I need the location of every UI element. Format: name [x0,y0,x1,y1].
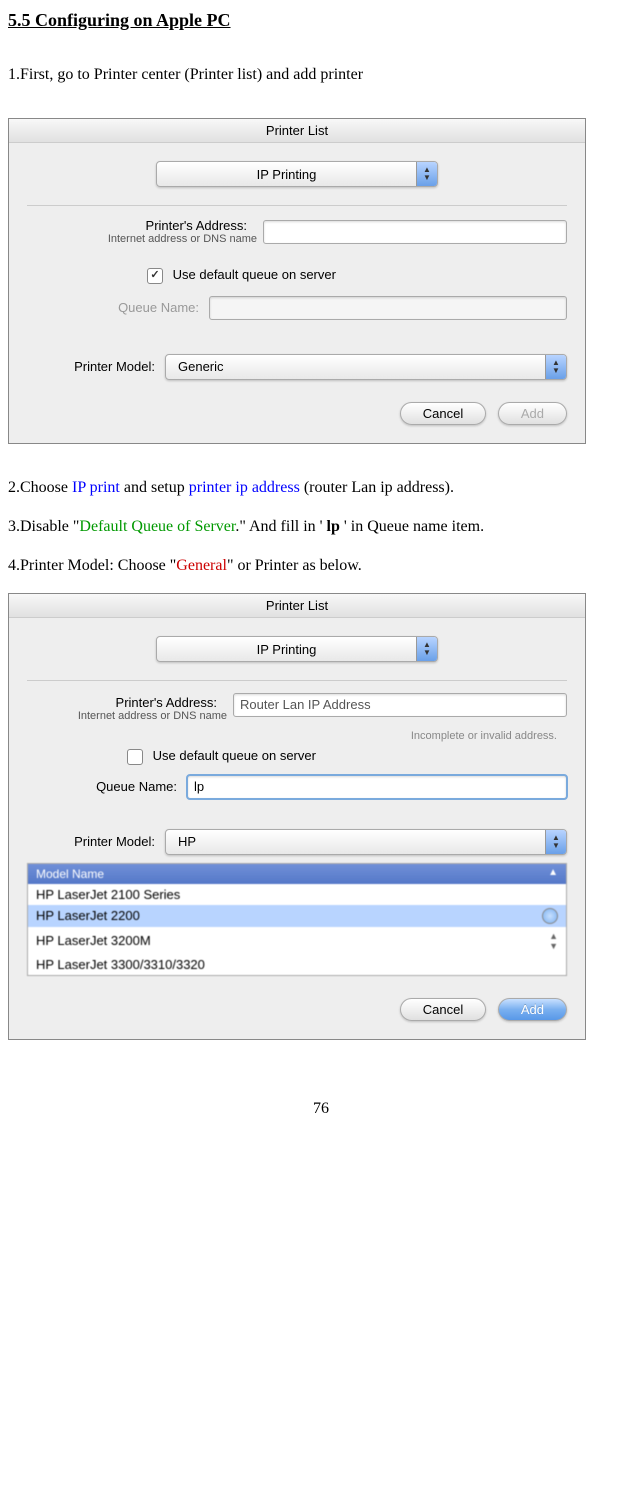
scroll-arrows-icon[interactable]: ▲▼ [549,931,558,951]
default-queue-label: Use default queue on server [153,748,316,763]
queue-name-input [209,296,567,320]
page-number: 76 [8,1100,634,1118]
dropdown-value: IP Printing [157,642,416,657]
dialog-title: Printer List [9,594,585,618]
address-sublabel: Internet address or DNS name [27,233,257,245]
printer-model-label: Printer Model: [27,359,155,374]
list-item[interactable]: HP LaserJet 2100 Series [28,884,566,905]
printer-model-dropdown[interactable]: Generic ▲▼ [165,354,567,380]
address-validation-msg: Incomplete or invalid address. [27,730,557,742]
step-2-text: 2.Choose IP print and setup printer ip a… [8,474,634,501]
printer-model-label: Printer Model: [27,834,155,849]
connection-type-dropdown[interactable]: IP Printing ▲▼ [156,161,438,187]
add-button[interactable]: Add [498,402,567,425]
step-4-text: 4.Printer Model: Choose "General" or Pri… [8,552,634,579]
chevron-updown-icon: ▲▼ [545,355,566,379]
list-item[interactable]: HP LaserJet 2200 [28,905,566,927]
address-sublabel: Internet address or DNS name [27,710,227,722]
section-heading: 5.5 Configuring on Apple PC [8,10,634,31]
printer-list-dialog-1: Printer List IP Printing ▲▼ Printer's Ad… [8,118,586,444]
step-3-text: 3.Disable "Default Queue of Server." And… [8,513,634,540]
model-listbox[interactable]: Model Name ▲ HP LaserJet 2100 Series HP … [27,863,567,976]
list-item[interactable]: HP LaserJet 3300/3310/3320 [28,954,566,975]
scroll-thumb-icon[interactable] [542,908,558,924]
chevron-updown-icon: ▲▼ [416,162,437,186]
queue-name-label: Queue Name: [27,300,199,315]
step-1-text: 1.First, go to Printer center (Printer l… [8,61,634,88]
add-button[interactable]: Add [498,998,567,1021]
printer-list-dialog-2: Printer List IP Printing ▲▼ Printer's Ad… [8,593,586,1040]
address-label: Printer's Address: [116,695,217,710]
queue-name-label: Queue Name: [27,779,177,794]
dropdown-value: Generic [166,359,545,374]
dropdown-value: IP Printing [157,167,416,182]
default-queue-checkbox[interactable] [147,268,163,284]
printer-model-dropdown[interactable]: HP ▲▼ [165,829,567,855]
dropdown-value: HP [166,834,545,849]
connection-type-dropdown[interactable]: IP Printing ▲▼ [156,636,438,662]
cancel-button[interactable]: Cancel [400,998,486,1021]
address-label: Printer's Address: [146,218,247,233]
list-header: Model Name ▲ [28,864,566,884]
default-queue-label: Use default queue on server [173,267,336,282]
cancel-button[interactable]: Cancel [400,402,486,425]
chevron-updown-icon: ▲▼ [416,637,437,661]
chevron-updown-icon: ▲▼ [545,830,566,854]
queue-name-input[interactable]: lp [187,775,567,799]
printer-address-input[interactable]: Router Lan IP Address [233,693,567,717]
list-item[interactable]: HP LaserJet 3200M ▲▼ [28,927,566,954]
printer-address-input[interactable] [263,220,567,244]
default-queue-checkbox[interactable] [127,749,143,765]
dialog-title: Printer List [9,119,585,143]
